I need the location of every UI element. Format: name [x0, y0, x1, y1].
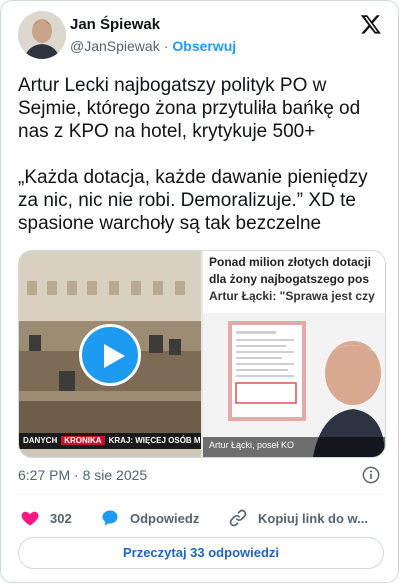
reply-bubble-icon [102, 510, 118, 526]
like-count: 302 [50, 510, 72, 526]
play-button[interactable] [79, 324, 141, 386]
author-handle[interactable]: @JanSpiewak [70, 38, 160, 54]
photo-caption: Artur Łącki, poseł KO [209, 440, 295, 450]
tweet-time: 6:27 PM [18, 467, 71, 483]
photo-thumbnail[interactable]: Ponad milion złotych dotacji dla żony na… [203, 251, 385, 457]
x-logo-icon[interactable] [360, 13, 382, 35]
photo-headline: Ponad milion złotych dotacji dla żony na… [209, 254, 385, 305]
video-thumbnail[interactable]: DANYCHKRONIKAKRAJ: WIĘCEJ OSÓB MOŻE SKOR [19, 251, 201, 457]
action-bar: 302 Odpowiedz Kopiuj link do w... [18, 507, 384, 529]
read-replies-button[interactable]: Przeczytaj 33 odpowiedzi [18, 537, 384, 569]
video-ticker: DANYCHKRONIKAKRAJ: WIĘCEJ OSÓB MOŻE SKOR [19, 433, 201, 449]
author-handle-row: @JanSpiewak · Obserwuj [70, 38, 236, 54]
copy-link-label: Kopiuj link do w... [258, 510, 369, 526]
photo-image [203, 313, 385, 457]
reply-button[interactable]: Odpowiedz [100, 507, 199, 529]
heart-icon [21, 511, 39, 526]
separator-dot: · [163, 38, 169, 54]
divider [18, 494, 384, 495]
author-name[interactable]: Jan Śpiewak [70, 16, 160, 33]
link-icon [229, 509, 247, 527]
tweet-card: Jan Śpiewak @JanSpiewak · Obserwuj Artur L… [0, 0, 399, 583]
follow-button[interactable]: Obserwuj [172, 38, 236, 54]
like-button[interactable]: 302 [20, 507, 72, 529]
ticker-left-text: DANYCH [23, 436, 58, 445]
reply-label: Odpowiedz [130, 510, 200, 526]
tweet-date: 8 sie 2025 [82, 467, 148, 483]
photo-headline-line-3: Artur Łącki: "Sprawa jest czy [209, 289, 375, 303]
photo-headline-line-1: Ponad milion złotych dotacji [209, 255, 372, 269]
tweet-timestamp[interactable]: 6:27 PM · 8 sie 2025 [18, 467, 147, 483]
ticker-badge: KRONIKA [61, 436, 105, 445]
meta-separator: · [74, 467, 79, 483]
tweet-text: Artur Lecki najbogatszy polityk PO w Sej… [18, 75, 368, 234]
copy-link-button[interactable]: Kopiuj link do w... [228, 507, 368, 529]
photo-headline-line-2: dla żony najbogatszego pos [209, 272, 370, 286]
play-icon [104, 344, 125, 368]
ticker-right-text: KRAJ: WIĘCEJ OSÓB MOŻE SKOR [108, 436, 201, 445]
media-grid: DANYCHKRONIKAKRAJ: WIĘCEJ OSÓB MOŻE SKOR… [18, 250, 386, 458]
avatar[interactable] [18, 11, 66, 59]
info-icon[interactable] [362, 466, 380, 484]
